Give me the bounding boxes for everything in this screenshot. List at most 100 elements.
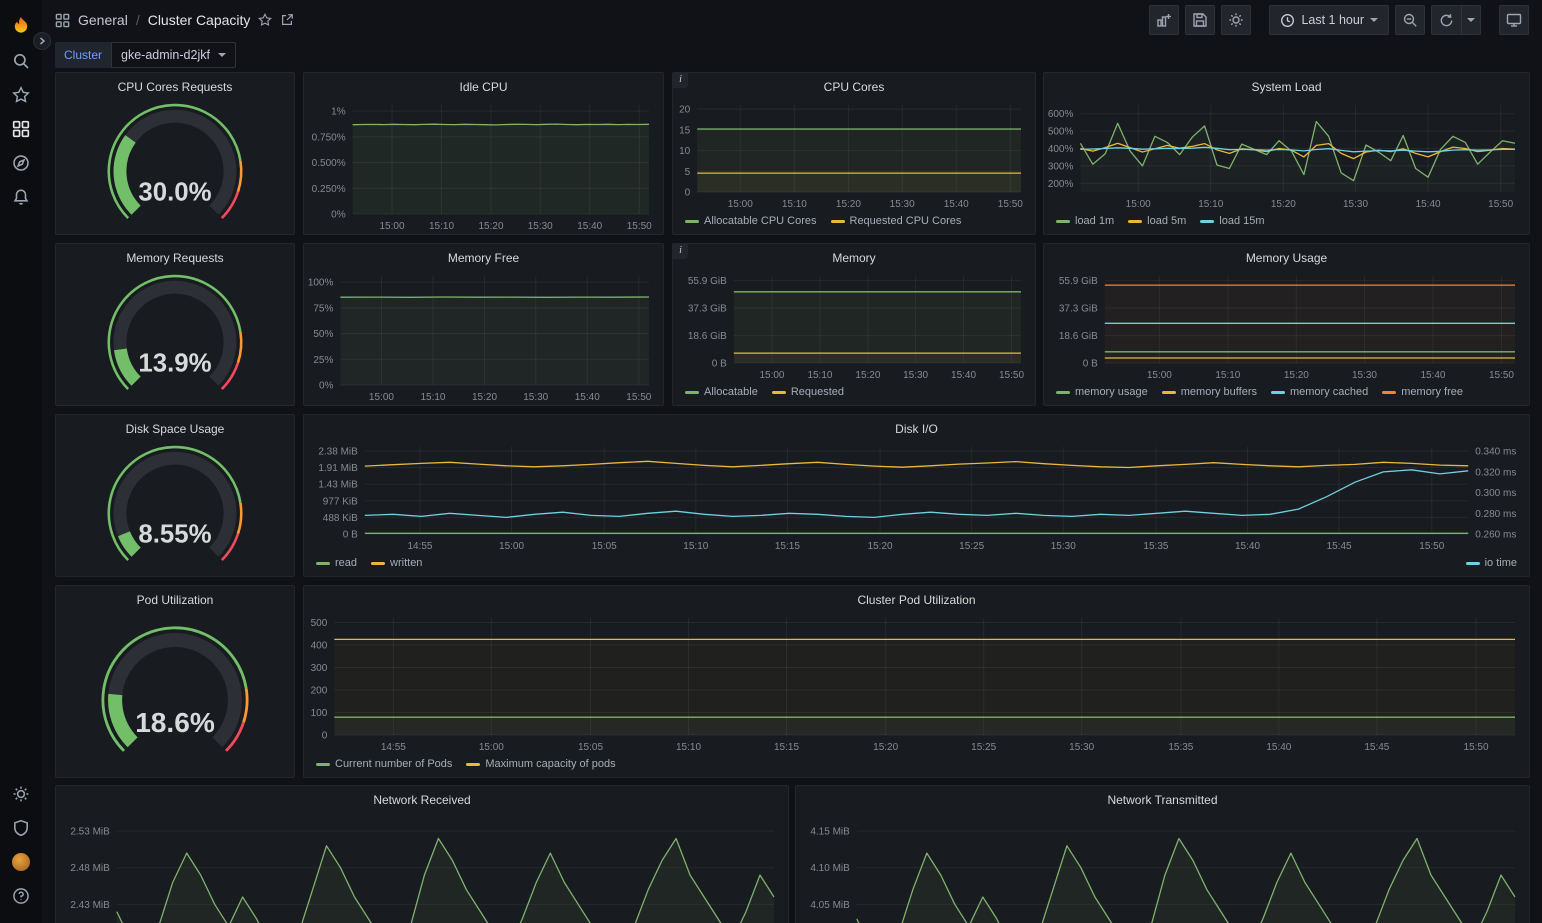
refresh-dashboard-button[interactable] — [1431, 5, 1461, 35]
chart-canvas[interactable]: 15:0015:1015:2015:3015:4015:50100%75%50%… — [304, 268, 663, 405]
chart-canvas[interactable]: 4.15 MiB4.10 MiB4.05 MiB4.01 MiB3.96 MiB — [796, 810, 1529, 923]
panel-title[interactable]: Cluster Pod Utilization — [304, 590, 1529, 610]
network-transmitted-chart[interactable]: 4.15 MiB4.10 MiB4.05 MiB4.01 MiB3.96 MiB — [796, 810, 1529, 923]
panel-memory-requests: Memory Requests 13.9% — [55, 243, 295, 406]
add-panel-button[interactable] — [1149, 5, 1179, 35]
panel-title[interactable]: Disk I/O — [304, 419, 1529, 439]
sidebar-item-starred[interactable] — [3, 78, 39, 112]
panel-title[interactable]: CPU Cores Requests — [56, 77, 294, 97]
system-load-chart[interactable]: 15:0015:1015:2015:3015:4015:50600%500%40… — [1044, 97, 1529, 212]
panel-title[interactable]: System Load — [1044, 77, 1529, 97]
svg-text:15:00: 15:00 — [1126, 199, 1151, 210]
legend-item[interactable]: written — [371, 557, 422, 569]
legend-item[interactable]: Maximum capacity of pods — [466, 758, 615, 770]
gauge-canvas: 30.0% — [72, 99, 278, 228]
panel-title[interactable]: Memory Usage — [1044, 248, 1529, 268]
svg-text:14:55: 14:55 — [381, 742, 406, 753]
sidebar-expand-chevron-icon[interactable] — [33, 32, 51, 50]
svg-text:30.0%: 30.0% — [138, 178, 211, 206]
star-dashboard-icon[interactable] — [258, 13, 272, 27]
panel-title[interactable]: CPU Cores — [673, 77, 1035, 97]
legend-label: memory free — [1401, 386, 1463, 398]
legend-item[interactable]: read — [316, 557, 357, 569]
sidebar-item-dashboards[interactable] — [3, 112, 39, 146]
legend-swatch — [1271, 391, 1285, 394]
panel-legend: load 1m load 5m load 15m — [1044, 212, 1529, 234]
panel-title[interactable]: Network Received — [56, 790, 788, 810]
chart-canvas[interactable]: 15:0015:1015:2015:3015:4015:5020151050 — [673, 97, 1035, 212]
idle-cpu-chart[interactable]: 15:0015:1015:2015:3015:4015:501%0.750%0.… — [304, 97, 663, 234]
legend-item[interactable]: load 5m — [1128, 215, 1186, 227]
zoom-out-time-button[interactable] — [1395, 5, 1425, 35]
sidebar-item-profile[interactable] — [3, 845, 39, 879]
memory-chart[interactable]: 15:0015:1015:2015:3015:4015:5055.9 GiB37… — [673, 268, 1035, 383]
legend-label: Requested — [791, 386, 844, 398]
legend-label: Allocatable — [704, 386, 758, 398]
chart-canvas[interactable]: 15:0015:1015:2015:3015:4015:5055.9 GiB37… — [1044, 268, 1529, 383]
panel-info-icon[interactable] — [673, 244, 688, 259]
legend-item[interactable]: memory free — [1382, 386, 1463, 398]
legend-swatch — [316, 562, 330, 565]
memory-usage-chart[interactable]: 15:0015:1015:2015:3015:4015:5055.9 GiB37… — [1044, 268, 1529, 383]
panel-title[interactable]: Idle CPU — [304, 77, 663, 97]
sidebar-item-help[interactable] — [3, 879, 39, 913]
legend-item[interactable]: Allocatable — [685, 386, 758, 398]
panel-title[interactable]: Disk Space Usage — [56, 419, 294, 439]
variable-cluster-select[interactable]: gke-admin-d2jkf — [111, 42, 236, 68]
panel-title[interactable]: Memory Free — [304, 248, 663, 268]
cpu-cores-chart[interactable]: 15:0015:1015:2015:3015:4015:5020151050 — [673, 97, 1035, 212]
panel-info-icon[interactable] — [673, 73, 688, 88]
legend-item[interactable]: Requested — [772, 386, 844, 398]
legend-item[interactable]: load 1m — [1056, 215, 1114, 227]
chart-canvas[interactable]: 14:5515:0015:0515:1015:1515:2015:2515:30… — [304, 439, 1529, 554]
panel-title[interactable]: Pod Utilization — [56, 590, 294, 610]
chart-canvas[interactable]: 2.53 MiB2.48 MiB2.43 MiB2.38 MiB2.34 MiB — [56, 810, 788, 923]
legend-item[interactable]: io time — [1466, 557, 1517, 569]
sidebar-item-explore[interactable] — [3, 146, 39, 180]
variable-cluster-label[interactable]: Cluster — [55, 42, 111, 68]
save-dashboard-button[interactable] — [1185, 5, 1215, 35]
legend-item[interactable]: memory buffers — [1162, 386, 1257, 398]
share-dashboard-icon[interactable] — [280, 13, 294, 27]
refresh-icon — [1439, 13, 1454, 28]
svg-text:15:40: 15:40 — [577, 221, 602, 232]
svg-text:15:50: 15:50 — [1489, 370, 1514, 381]
time-range-picker[interactable]: Last 1 hour — [1269, 5, 1389, 35]
svg-text:15:25: 15:25 — [971, 742, 996, 753]
chart-canvas[interactable]: 15:0015:1015:2015:3015:4015:50600%500%40… — [1044, 97, 1529, 212]
legend-item[interactable]: memory usage — [1056, 386, 1148, 398]
chart-canvas[interactable]: 15:0015:1015:2015:3015:4015:501%0.750%0.… — [304, 97, 663, 234]
sidebar-item-search[interactable] — [3, 44, 39, 78]
legend-item[interactable]: Current number of Pods — [316, 758, 452, 770]
gauge-disk-space-usage: 8.55% — [56, 439, 294, 576]
star-icon — [12, 86, 30, 104]
chart-canvas[interactable]: 14:5515:0015:0515:1015:1515:2015:2515:30… — [304, 610, 1529, 755]
panel-title[interactable]: Memory — [673, 248, 1035, 268]
svg-text:15:00: 15:00 — [380, 221, 405, 232]
cycle-view-mode-button[interactable] — [1499, 5, 1529, 35]
dashboard-settings-button[interactable] — [1221, 5, 1251, 35]
memory-free-chart[interactable]: 15:0015:1015:2015:3015:4015:50100%75%50%… — [304, 268, 663, 405]
disk-io-chart[interactable]: 14:5515:0015:0515:1015:1515:2015:2515:30… — [304, 439, 1529, 554]
svg-text:15:20: 15:20 — [868, 541, 893, 552]
refresh-interval-dropdown[interactable] — [1461, 5, 1481, 35]
legend-item[interactable]: Allocatable CPU Cores — [685, 215, 817, 227]
legend-label: read — [335, 557, 357, 569]
breadcrumb-section[interactable]: General — [78, 12, 128, 28]
legend-swatch — [466, 763, 480, 766]
svg-text:18.6%: 18.6% — [135, 707, 215, 738]
panel-title[interactable]: Network Transmitted — [796, 790, 1529, 810]
legend-item[interactable]: memory cached — [1271, 386, 1368, 398]
svg-text:15:30: 15:30 — [1343, 199, 1368, 210]
svg-text:0.300 ms: 0.300 ms — [1475, 488, 1516, 499]
chart-canvas[interactable]: 15:0015:1015:2015:3015:4015:5055.9 GiB37… — [673, 268, 1035, 383]
cluster-pod-utilization-chart[interactable]: 14:5515:0015:0515:1015:1515:2015:2515:30… — [304, 610, 1529, 755]
legend-item[interactable]: Requested CPU Cores — [831, 215, 962, 227]
sidebar-item-configuration[interactable] — [3, 777, 39, 811]
legend-item[interactable]: load 15m — [1200, 215, 1264, 227]
sidebar-item-server-admin[interactable] — [3, 811, 39, 845]
panel-title[interactable]: Memory Requests — [56, 248, 294, 268]
legend-swatch — [685, 391, 699, 394]
sidebar-item-alerting[interactable] — [3, 180, 39, 214]
network-received-chart[interactable]: 2.53 MiB2.48 MiB2.43 MiB2.38 MiB2.34 MiB — [56, 810, 788, 923]
